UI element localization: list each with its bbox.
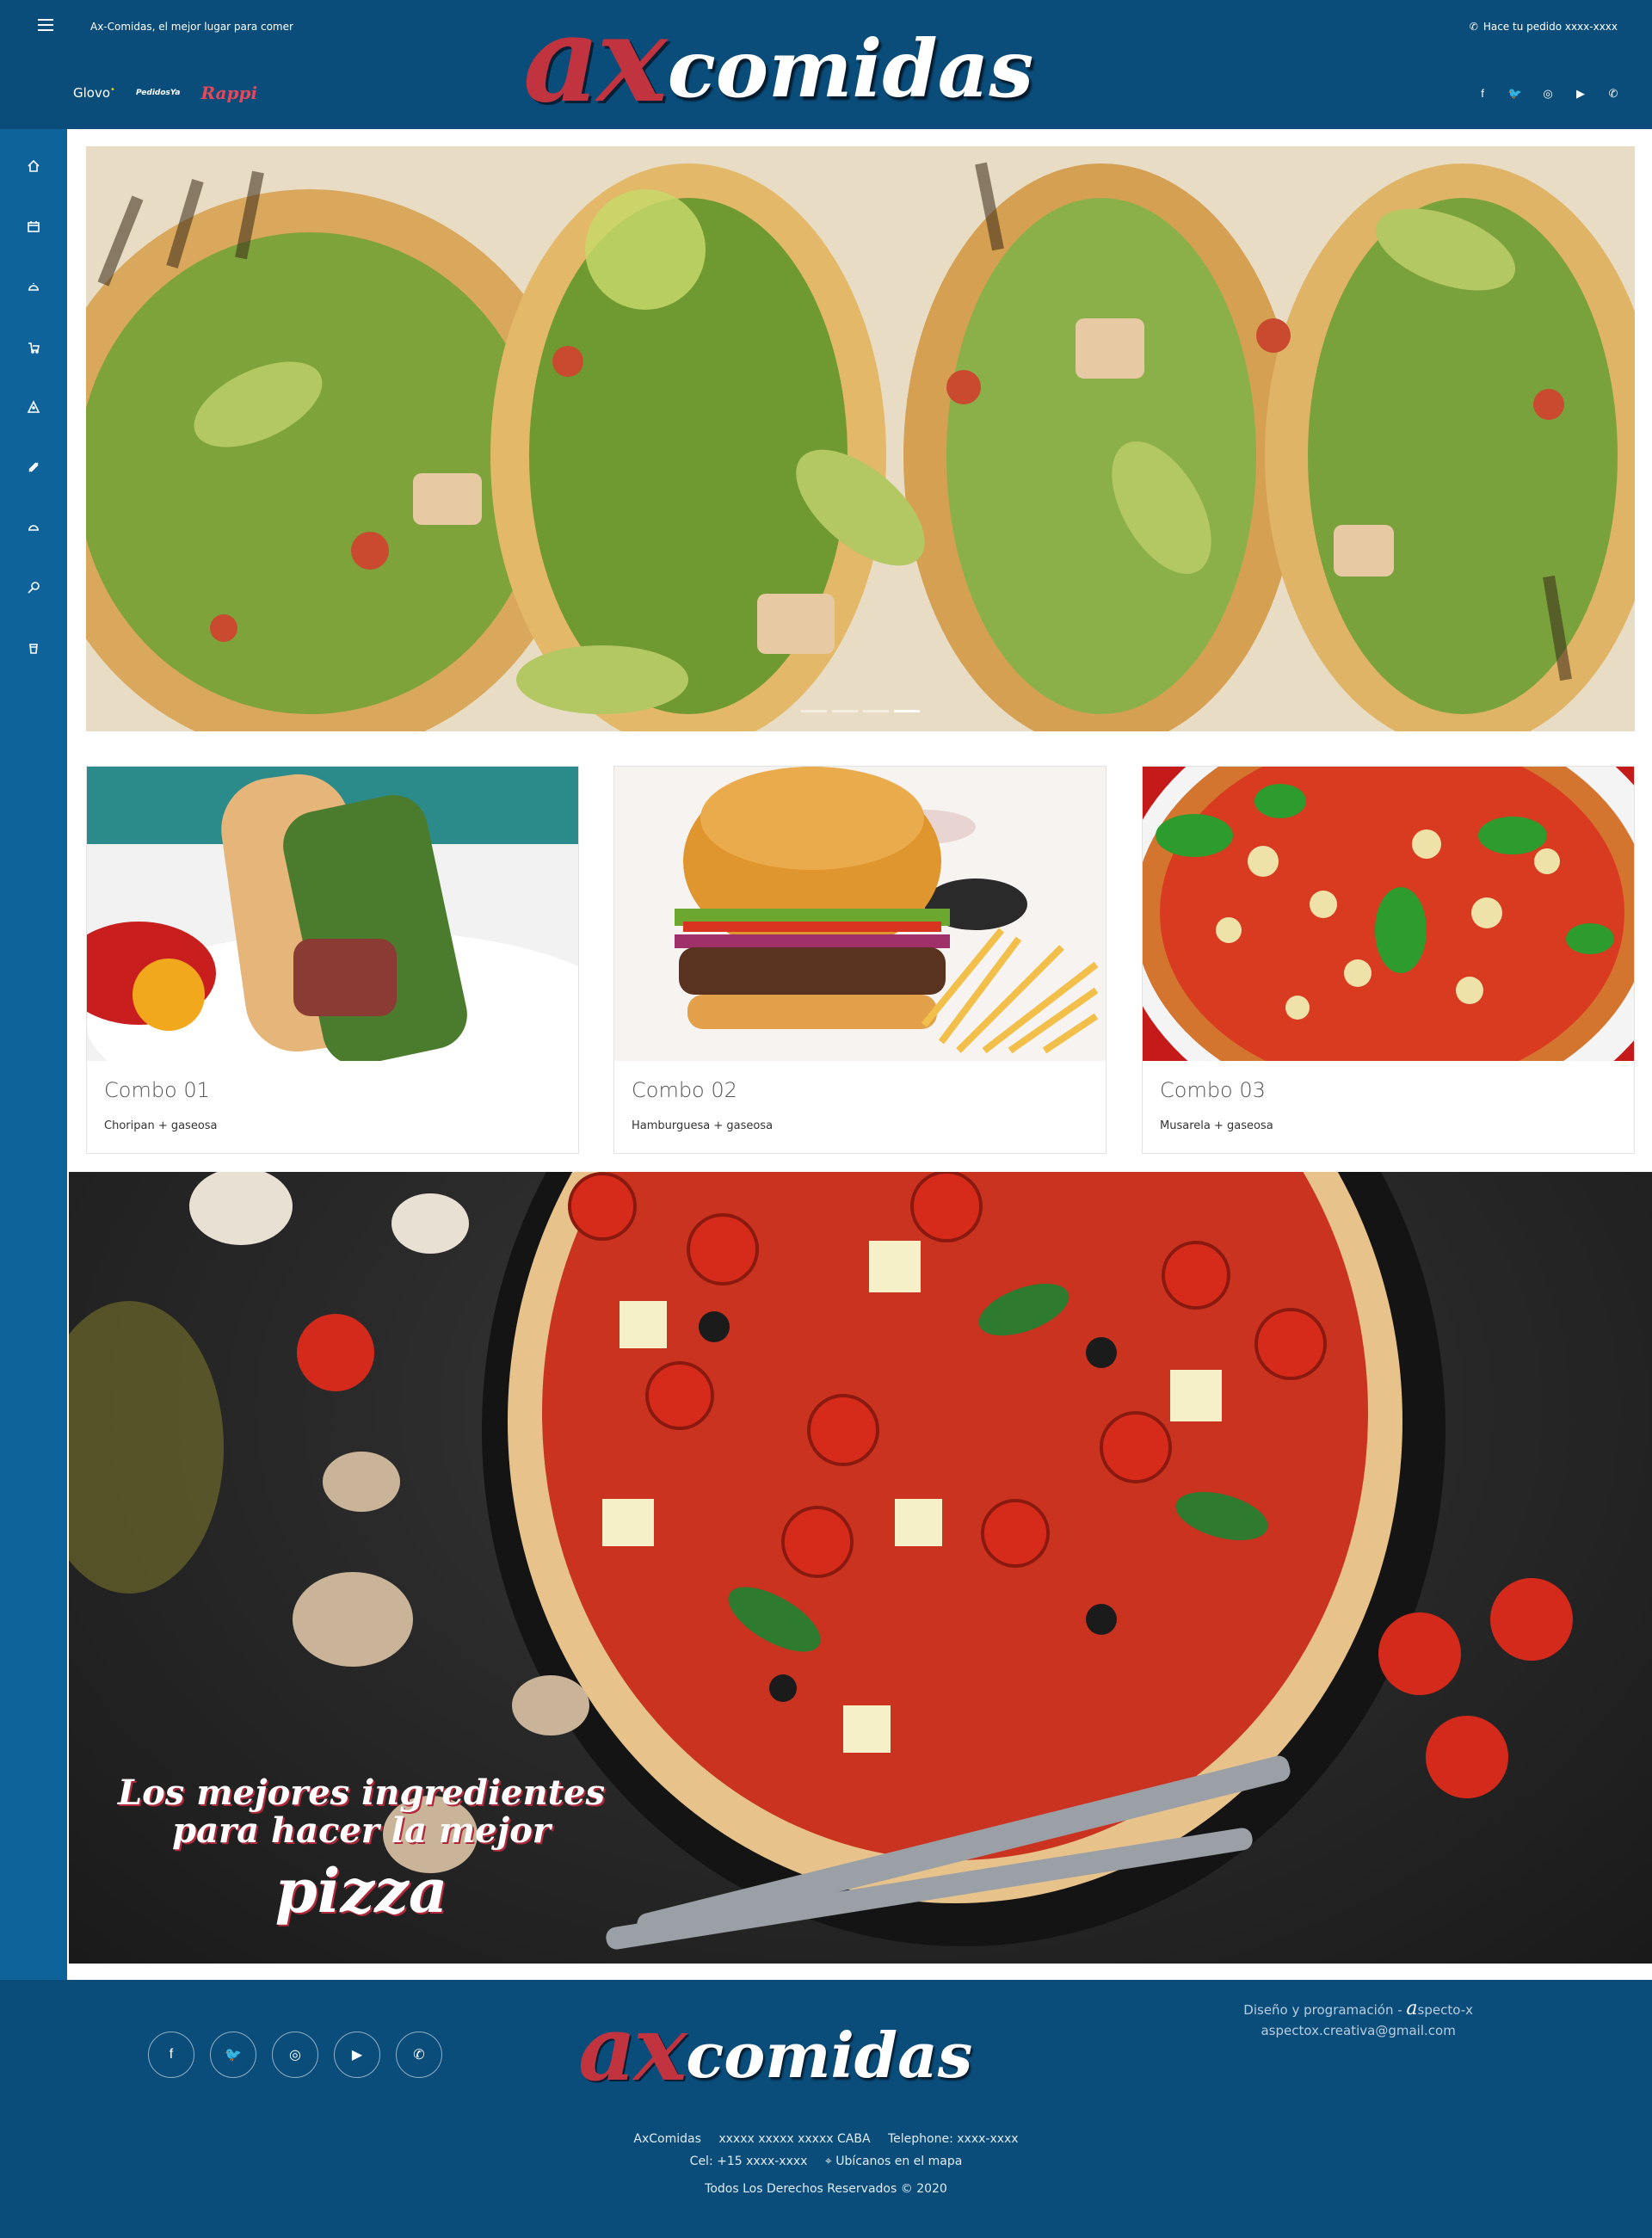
- hero-slider[interactable]: [86, 146, 1635, 731]
- combo-title: Combo 03: [1160, 1078, 1266, 1102]
- phone-icon: ✆: [1469, 21, 1478, 33]
- logo-comidas: comidas: [667, 22, 1034, 115]
- dish-icon[interactable]: [0, 515, 67, 540]
- instagram-icon[interactable]: ◎: [1540, 86, 1556, 102]
- facebook-icon[interactable]: f: [1475, 86, 1490, 102]
- footer-logo[interactable]: ax comidas: [578, 1999, 1094, 2093]
- combo-description: Hamburguesa + gaseosa: [632, 1119, 774, 1132]
- combo-description: Musarela + gaseosa: [1160, 1119, 1273, 1132]
- pedidosya-logo[interactable]: PedidosYa: [136, 89, 181, 97]
- header-social: f 🐦 ◎ ▶ ✆: [1475, 86, 1621, 102]
- combo-description: Choripan + gaseosa: [104, 1119, 218, 1132]
- site-logo[interactable]: ax comidas: [523, 0, 1160, 119]
- delivery-partners: Glovo• PedidosYa Rappi: [73, 83, 257, 103]
- twitter-icon[interactable]: 🐦: [210, 2031, 256, 2078]
- contact-info: AxComidas xxxxx xxxxx xxxxx CABA Telepho…: [0, 2128, 1652, 2200]
- glovo-logo[interactable]: Glovo•: [73, 85, 115, 101]
- slider-dot-active[interactable]: [894, 710, 920, 712]
- credits: Diseño y programación - aspecto-x aspect…: [1243, 1999, 1473, 2041]
- site-footer: f 🐦 ◎ ▶ ✆ ax comidas Diseño y programaci…: [0, 1980, 1652, 2238]
- site-tagline: Ax-Comidas, el mejor lugar para comer: [90, 21, 293, 33]
- credits-line[interactable]: Diseño y programación - aspecto-x: [1243, 1999, 1473, 2020]
- map-pin-icon: ⌖: [824, 2155, 832, 2168]
- footer-social: f 🐦 ◎ ▶ ✆: [148, 2031, 442, 2078]
- choripan-image: [87, 767, 578, 1061]
- banner-slogan: Los mejores ingredientes para hacer la m…: [117, 1773, 606, 1927]
- instagram-icon[interactable]: ◎: [272, 2031, 318, 2078]
- sidebar-nav: [0, 129, 67, 1980]
- order-phone[interactable]: ✆ Hace tu pedido xxxx-xxxx: [1470, 21, 1618, 33]
- combo-card-3[interactable]: Combo 03 Musarela + gaseosa: [1142, 766, 1635, 1154]
- tacos-image: [86, 146, 1635, 731]
- pizza-image: [1143, 767, 1634, 1061]
- slider-dots: [86, 710, 1635, 712]
- drink-icon[interactable]: [0, 635, 67, 661]
- logo-ax: ax: [523, 0, 668, 129]
- company-address: xxxxx xxxxx xxxxx CABA: [718, 2132, 871, 2146]
- pizza-icon[interactable]: [0, 394, 67, 420]
- youtube-icon[interactable]: ▶: [1573, 86, 1588, 102]
- copyright: Todos Los Derechos Reservados © 2020: [705, 2182, 947, 2196]
- menu-icon[interactable]: [38, 19, 53, 31]
- facebook-icon[interactable]: f: [148, 2031, 194, 2078]
- rappi-logo[interactable]: Rappi: [200, 83, 257, 103]
- twitter-icon[interactable]: 🐦: [1507, 86, 1523, 102]
- combo-card-2[interactable]: Combo 02 Hamburguesa + gaseosa: [613, 766, 1106, 1154]
- company-telephone: Telephone: xxxx-xxxx: [887, 2132, 1019, 2146]
- food-icon[interactable]: [0, 454, 67, 480]
- aspecto-x-logo: a: [1406, 1998, 1418, 2019]
- combo-card-1[interactable]: Combo 01 Choripan + gaseosa: [86, 766, 579, 1154]
- combo-title: Combo 01: [104, 1078, 210, 1102]
- company-name: AxComidas: [633, 2132, 701, 2146]
- burger-image: [614, 767, 1106, 1061]
- home-icon[interactable]: [0, 153, 67, 179]
- slider-dot[interactable]: [801, 710, 827, 712]
- whatsapp-icon[interactable]: ✆: [1606, 86, 1621, 102]
- youtube-icon[interactable]: ▶: [334, 2031, 380, 2078]
- slider-dot[interactable]: [832, 710, 858, 712]
- company-cel: Cel: +15 xxxx-xxxx: [689, 2155, 808, 2168]
- pizza-banner: Los mejores ingredientes para hacer la m…: [69, 1172, 1652, 1964]
- cloche-icon[interactable]: [0, 274, 67, 299]
- credits-email[interactable]: aspectox.creativa@gmail.com: [1243, 2020, 1473, 2041]
- whatsapp-icon[interactable]: ✆: [396, 2031, 442, 2078]
- delivery-icon[interactable]: [0, 334, 67, 360]
- slider-dot[interactable]: [863, 710, 889, 712]
- site-header: Ax-Comidas, el mejor lugar para comer Gl…: [0, 0, 1652, 129]
- search-icon[interactable]: [0, 575, 67, 601]
- map-link[interactable]: ⌖ Ubícanos en el mapa: [825, 2155, 962, 2168]
- calendar-icon[interactable]: [0, 213, 67, 239]
- combo-title: Combo 02: [632, 1078, 737, 1102]
